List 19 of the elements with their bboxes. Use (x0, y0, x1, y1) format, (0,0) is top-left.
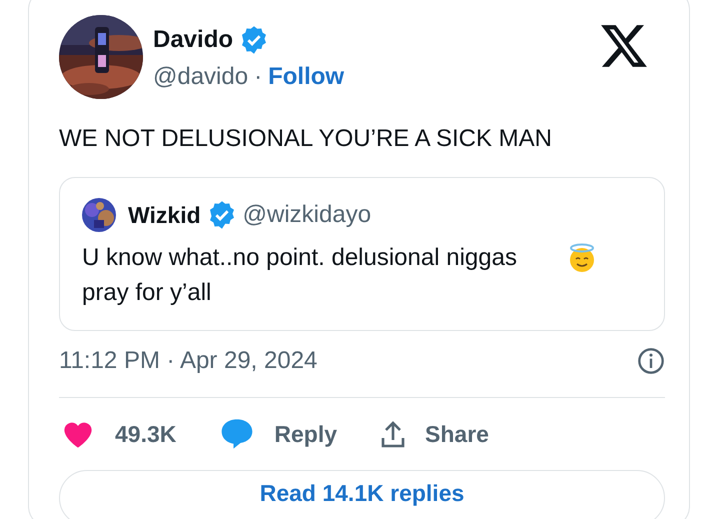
x-logo-icon[interactable] (599, 23, 649, 69)
author-handle[interactable]: @davido (153, 63, 248, 91)
share-button[interactable]: Share (381, 419, 489, 449)
share-icon (381, 419, 406, 449)
quoted-tweet[interactable]: Wizkid @wizkidayo U know what..no point. delusional niggas pray for y’all (59, 177, 665, 331)
speech-bubble-icon (220, 418, 254, 450)
smiling-face-with-halo-icon (567, 243, 597, 273)
quoted-tweet-text: U know what..no point. delusional niggas pray for y’all (82, 243, 518, 308)
reply-button[interactable]: Reply (220, 418, 338, 450)
info-icon[interactable] (637, 347, 665, 375)
tweet-text: WE NOT DELUSIONAL YOU’RE A SICK MAN (59, 125, 554, 153)
separator: · (254, 63, 262, 91)
follow-link[interactable]: Follow (268, 63, 344, 91)
author-name[interactable]: Davido (153, 26, 234, 54)
timestamp[interactable]: 11:12 PM · Apr 29, 2024 (59, 347, 318, 375)
read-replies-button[interactable]: Read 14.1K replies (59, 470, 665, 519)
quoted-author-name: Wizkid (128, 202, 201, 228)
like-button[interactable]: 49.3K (61, 419, 176, 449)
quoted-author-handle: @wizkidayo (242, 201, 372, 229)
